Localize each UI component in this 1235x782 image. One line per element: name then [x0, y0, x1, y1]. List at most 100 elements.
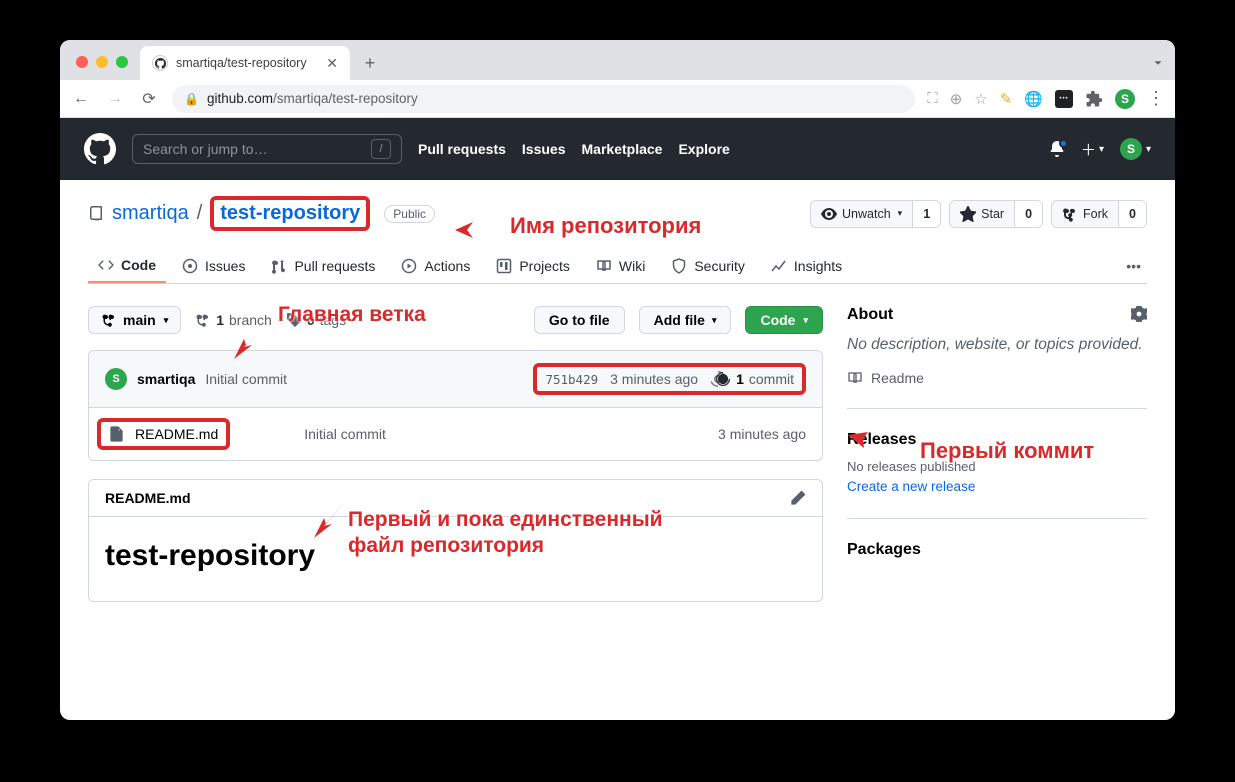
window-traffic-lights	[76, 56, 128, 68]
commit-author[interactable]: smartiqa	[137, 371, 195, 387]
notification-dot-icon	[1059, 139, 1068, 148]
repo-owner-link[interactable]: smartiqa	[112, 202, 189, 225]
tags-link[interactable]: 0tags	[286, 312, 346, 328]
user-avatar-icon: S	[1120, 138, 1142, 160]
browser-tabbar: smartiqa/test-repository ✕ +	[60, 40, 1175, 80]
lock-icon: 🔒	[184, 92, 199, 106]
commit-message[interactable]: Initial commit	[205, 371, 287, 387]
repo-container: smartiqa / test-repository Public Unwatc…	[60, 180, 1175, 613]
repo-name-link[interactable]: test-repository	[210, 196, 370, 231]
pen-icon[interactable]: ✎	[1000, 90, 1013, 108]
fork-button[interactable]: Fork 0	[1051, 200, 1147, 228]
tab-issues[interactable]: Issues	[172, 250, 255, 282]
tab-pull-requests[interactable]: Pull requests	[261, 250, 385, 282]
readme-head: README.md	[89, 480, 822, 517]
nav-pull-requests[interactable]: Pull requests	[418, 141, 506, 157]
toolbar-icons: ⛶ ⊕ ☆ ✎ 🌐 ••• S ⋮	[927, 88, 1165, 109]
star-count: 0	[1014, 201, 1042, 227]
tabs-more-icon[interactable]: •••	[1120, 250, 1147, 282]
tab-wiki[interactable]: Wiki	[586, 250, 655, 282]
fork-count: 0	[1118, 201, 1146, 227]
profile-avatar-icon[interactable]: S	[1115, 89, 1135, 109]
url-host: github.com	[207, 91, 273, 106]
nav-forward-icon: →	[104, 90, 126, 108]
commits-link[interactable]: 1commit	[710, 371, 794, 387]
sidebar-about: About No description, website, or topics…	[847, 306, 1147, 409]
file-row[interactable]: README.md Initial commit 3 minutes ago	[89, 408, 822, 460]
user-menu[interactable]: S ▾	[1120, 138, 1151, 160]
github-nav: Pull requests Issues Marketplace Explore	[418, 141, 730, 157]
browser-tab[interactable]: smartiqa/test-repository ✕	[140, 46, 350, 80]
nav-back-icon[interactable]: ←	[70, 90, 92, 108]
commit-time[interactable]: 3 minutes ago	[610, 371, 698, 387]
visibility-badge: Public	[384, 205, 435, 223]
file-nav: main▾ 1branch 0tags Go to file Add file▾…	[88, 306, 823, 334]
search-placeholder: Search or jump to…	[143, 141, 268, 157]
code-button[interactable]: Code▾	[745, 306, 823, 334]
ext-icon[interactable]: •••	[1055, 90, 1073, 108]
tab-actions[interactable]: Actions	[391, 250, 480, 282]
tab-security[interactable]: Security	[661, 250, 755, 282]
file-icon	[109, 426, 125, 442]
close-window-icon[interactable]	[76, 56, 88, 68]
sidebar-releases: Releases No releases published Create a …	[847, 431, 1147, 519]
github-favicon	[152, 55, 168, 71]
file-listing: S smartiqa Initial commit 751b429 3 minu…	[88, 350, 823, 461]
readme-filename[interactable]: README.md	[105, 490, 191, 506]
sidebar: About No description, website, or topics…	[847, 306, 1147, 613]
readme-heading: test-repository	[105, 539, 806, 573]
sidebar-description: No description, website, or topics provi…	[847, 334, 1147, 356]
create-release-link[interactable]: Create a new release	[847, 479, 975, 494]
no-releases-text: No releases published	[847, 459, 1147, 474]
slash-shortcut-badge: /	[371, 139, 391, 159]
zoom-icon[interactable]: ⊕	[950, 90, 963, 108]
gear-icon[interactable]	[1131, 306, 1147, 322]
kebab-menu-icon[interactable]: ⋮	[1147, 88, 1165, 109]
repo-action-buttons: Unwatch▾ 1 Star 0 Fork 0	[810, 200, 1147, 228]
go-to-file-button[interactable]: Go to file	[534, 306, 625, 334]
minimize-window-icon[interactable]	[96, 56, 108, 68]
tab-title: smartiqa/test-repository	[176, 56, 307, 70]
tab-close-icon[interactable]: ✕	[326, 55, 338, 72]
tab-insights[interactable]: Insights	[761, 250, 852, 282]
file-commit-msg[interactable]: Initial commit	[304, 426, 386, 442]
pencil-icon[interactable]	[790, 490, 806, 506]
sidebar-releases-title: Releases	[847, 431, 1147, 449]
readme-box: README.md test-repository	[88, 479, 823, 602]
nav-issues[interactable]: Issues	[522, 141, 566, 157]
branches-link[interactable]: 1branch	[195, 312, 272, 328]
browser-address-bar: ← → ⟳ 🔒 github.com/smartiqa/test-reposit…	[60, 80, 1175, 118]
commit-meta-box: 751b429 3 minutes ago 1commit	[533, 363, 806, 395]
nav-marketplace[interactable]: Marketplace	[582, 141, 663, 157]
branch-select-button[interactable]: main▾	[88, 306, 181, 334]
watch-count: 1	[912, 201, 940, 227]
star-button[interactable]: Star 0	[949, 200, 1043, 228]
address-input[interactable]: 🔒 github.com/smartiqa/test-repository	[172, 85, 915, 113]
github-logo-icon[interactable]	[84, 133, 116, 165]
translate-icon[interactable]: ⛶	[927, 90, 938, 107]
notifications-icon[interactable]	[1049, 141, 1065, 157]
nav-explore[interactable]: Explore	[678, 141, 729, 157]
readme-link[interactable]: Readme	[847, 370, 1147, 386]
github-search-input[interactable]: Search or jump to… /	[132, 134, 402, 164]
tab-code[interactable]: Code	[88, 249, 166, 283]
unwatch-button[interactable]: Unwatch▾ 1	[810, 200, 941, 228]
tab-projects[interactable]: Projects	[486, 250, 580, 282]
chevron-down-icon[interactable]	[1151, 56, 1165, 70]
latest-commit-row: S smartiqa Initial commit 751b429 3 minu…	[89, 351, 822, 408]
readme-body: test-repository	[89, 517, 822, 601]
repo-head: smartiqa / test-repository Public Unwatc…	[88, 196, 1147, 231]
commit-avatar-icon: S	[105, 368, 127, 390]
bookmark-star-icon[interactable]: ☆	[974, 90, 987, 108]
new-tab-button[interactable]: +	[356, 49, 384, 77]
extensions-icon[interactable]	[1085, 90, 1103, 108]
zoom-window-icon[interactable]	[116, 56, 128, 68]
create-new-icon[interactable]: ＋▾	[1081, 139, 1104, 160]
github-header: Search or jump to… / Pull requests Issue…	[60, 118, 1175, 180]
globe-icon[interactable]: 🌐	[1024, 90, 1043, 108]
add-file-button[interactable]: Add file▾	[639, 306, 732, 334]
github-header-right: ＋▾ S ▾	[1049, 138, 1151, 160]
commit-sha[interactable]: 751b429	[545, 372, 598, 387]
nav-reload-icon[interactable]: ⟳	[138, 89, 160, 109]
file-commit-time: 3 minutes ago	[718, 426, 806, 442]
